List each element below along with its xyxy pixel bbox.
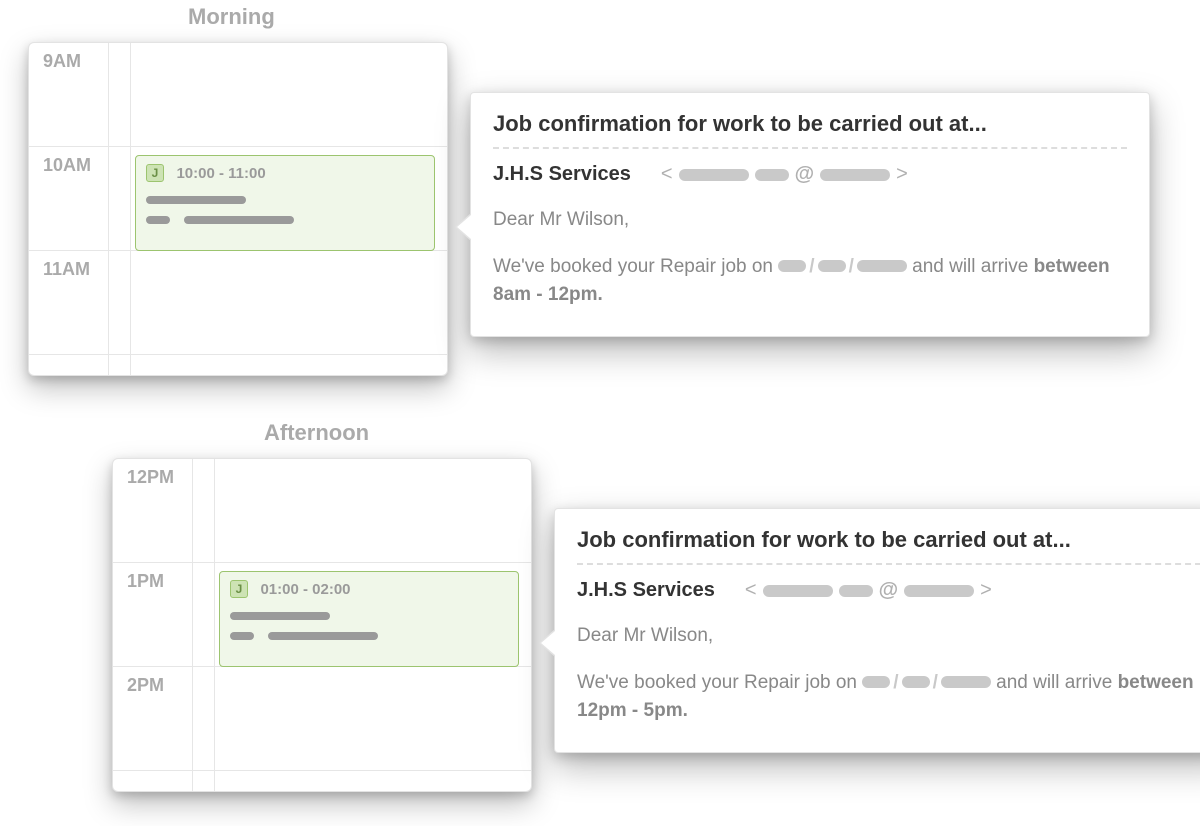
placeholder-line xyxy=(268,632,378,640)
redacted-email-part xyxy=(679,169,749,181)
placeholder-line xyxy=(184,216,294,224)
email-body: Dear Mr Wilson, We've booked your Repair… xyxy=(577,622,1200,726)
event-badge: J xyxy=(146,164,164,182)
placeholder-line xyxy=(230,612,330,620)
email-body-prefix: We've booked your Repair job on xyxy=(577,672,862,693)
angle-bracket: < xyxy=(745,579,757,602)
redacted-email-part xyxy=(755,169,789,181)
at-symbol: @ xyxy=(795,163,815,186)
redacted-date-part xyxy=(818,260,846,272)
email-body-prefix: We've booked your Repair job on xyxy=(493,256,778,277)
email-body: Dear Mr Wilson, We've booked your Repair… xyxy=(493,206,1127,310)
section-title-afternoon: Afternoon xyxy=(264,420,369,446)
email-popup-afternoon: Job confirmation for work to be carried … xyxy=(554,508,1200,753)
angle-bracket: > xyxy=(980,579,992,602)
calendar-event[interactable]: J 10:00 - 11:00 xyxy=(135,155,435,251)
redacted-email-part xyxy=(904,585,974,597)
hour-label: 9AM xyxy=(43,51,81,72)
redacted-date-part xyxy=(941,676,991,688)
email-body-mid: and will arrive xyxy=(991,672,1118,693)
divider xyxy=(493,147,1127,149)
hour-row: 9AM xyxy=(29,43,447,147)
redacted-date-part xyxy=(862,676,890,688)
placeholder-line xyxy=(230,632,254,640)
redacted-email-part xyxy=(763,585,833,597)
placeholder-line xyxy=(146,196,246,204)
redacted-date-part xyxy=(857,260,907,272)
section-title-morning: Morning xyxy=(188,4,275,30)
hour-label: 2PM xyxy=(127,675,164,696)
hour-label: 1PM xyxy=(127,571,164,592)
email-body-mid: and will arrive xyxy=(907,256,1034,277)
hour-row: 2PM xyxy=(113,667,531,771)
hour-row: 11AM xyxy=(29,251,447,355)
email-popup-morning: Job confirmation for work to be carried … xyxy=(470,92,1150,337)
calendar-afternoon: 12PM 1PM 2PM J 01:00 - 02:00 xyxy=(112,458,532,792)
hour-row: 12PM xyxy=(113,459,531,563)
sender-name: J.H.S Services xyxy=(493,163,631,186)
email-sender-line: J.H.S Services < @ > xyxy=(493,163,1127,186)
event-badge: J xyxy=(230,580,248,598)
email-greeting: Dear Mr Wilson, xyxy=(493,206,1127,235)
email-subject: Job confirmation for work to be carried … xyxy=(577,527,1200,553)
calendar-morning: 9AM 10AM 11AM J 10:00 - 11:00 xyxy=(28,42,448,376)
angle-bracket: < xyxy=(661,163,673,186)
event-time: 01:00 - 02:00 xyxy=(260,581,350,598)
hour-label: 10AM xyxy=(43,155,91,176)
redacted-date-part xyxy=(778,260,806,272)
redacted-email-part xyxy=(820,169,890,181)
angle-bracket: > xyxy=(896,163,908,186)
email-sender-line: J.H.S Services < @ > xyxy=(577,579,1200,602)
at-symbol: @ xyxy=(879,579,899,602)
hour-label: 12PM xyxy=(127,467,174,488)
email-subject: Job confirmation for work to be carried … xyxy=(493,111,1127,137)
hour-label: 11AM xyxy=(43,259,90,280)
placeholder-line xyxy=(146,216,170,224)
redacted-date-part xyxy=(902,676,930,688)
event-time: 10:00 - 11:00 xyxy=(176,165,265,182)
divider xyxy=(577,563,1200,565)
redacted-email-part xyxy=(839,585,873,597)
sender-name: J.H.S Services xyxy=(577,579,715,602)
email-greeting: Dear Mr Wilson, xyxy=(577,622,1200,651)
calendar-event[interactable]: J 01:00 - 02:00 xyxy=(219,571,519,667)
